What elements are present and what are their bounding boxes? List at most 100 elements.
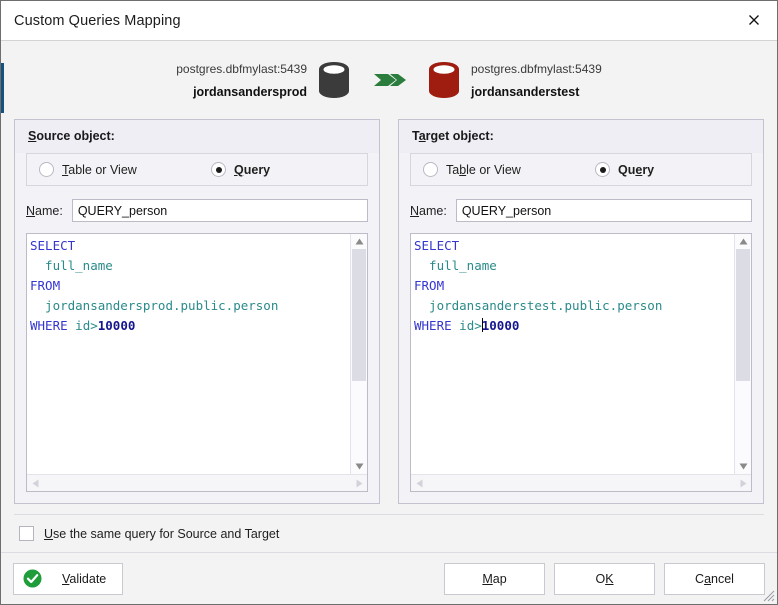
target-vertical-scrollbar[interactable] [734, 234, 751, 474]
target-sql-code[interactable]: SELECT full_name FROM jordansanderstest.… [411, 234, 734, 474]
source-radio-table-or-view-label: Table or View [62, 162, 137, 177]
sql-number: 10000 [97, 318, 136, 333]
target-horizontal-scrollbar[interactable] [411, 474, 751, 491]
scroll-right-arrow[interactable] [351, 479, 367, 488]
arrow-right-icon [374, 74, 406, 86]
chevron-down-icon [739, 463, 747, 470]
close-button[interactable] [730, 1, 777, 39]
scroll-thumb[interactable] [352, 249, 366, 382]
sql-keyword: WHERE [30, 318, 68, 333]
source-connection-info: postgres.dbfmylast:5439 jordansanderspro… [117, 62, 307, 99]
scroll-track[interactable] [735, 249, 751, 459]
close-icon [748, 15, 759, 25]
same-query-checkbox-label[interactable]: Use the same query for Source and Target [44, 527, 279, 541]
map-button[interactable]: Map [444, 562, 545, 595]
sql-identifier: jordansandersprod.public.person [30, 298, 279, 313]
sql-keyword: SELECT [30, 238, 76, 253]
chevron-up-icon [355, 238, 363, 245]
target-connection-host: postgres.dbfmylast:5439 [471, 61, 602, 76]
target-radio-table-or-view[interactable]: Table or View [423, 162, 595, 177]
database-cylinder-icon [319, 62, 349, 98]
source-panel-title: Source object: [15, 120, 379, 153]
cancel-button[interactable]: Cancel [664, 562, 765, 595]
same-query-checkbox[interactable] [19, 526, 34, 541]
main-content: Source object: Table or View Query Name:… [1, 119, 777, 552]
target-sql-editor[interactable]: SELECT full_name FROM jordansanderstest.… [410, 233, 752, 492]
same-query-checkbox-row: Use the same query for Source and Target [14, 514, 764, 552]
scroll-track[interactable] [351, 249, 367, 459]
radio-indicator[interactable] [39, 162, 54, 177]
radio-indicator[interactable] [211, 162, 226, 177]
source-connection-name: jordansandersprod [193, 84, 307, 99]
ok-button[interactable]: OK [554, 562, 655, 595]
scroll-up-arrow[interactable] [351, 234, 367, 249]
sql-operator: > [474, 318, 482, 333]
radio-indicator[interactable] [423, 162, 438, 177]
window-title: Custom Queries Mapping [14, 12, 181, 29]
target-name-row: Name: [410, 199, 752, 222]
target-connection-info: postgres.dbfmylast:5439 jordansanderstes… [471, 62, 661, 99]
source-radio-table-or-view[interactable]: Table or View [39, 162, 211, 177]
source-object-panel: Source object: Table or View Query Name:… [14, 119, 380, 504]
source-radio-query[interactable]: Query [211, 162, 270, 177]
source-name-input[interactable] [71, 199, 368, 222]
target-panel-body: Table or View Query Name: SELECT [399, 153, 763, 503]
target-name-label: Name: [410, 203, 447, 218]
sql-number: 10000 [481, 318, 520, 333]
source-sql-code[interactable]: SELECT full_name FROM jordansandersprod.… [27, 234, 350, 474]
scroll-thumb[interactable] [736, 249, 750, 382]
sql-operator: > [90, 318, 98, 333]
target-name-input[interactable] [455, 199, 752, 222]
source-database-icon-wrap [307, 61, 361, 99]
radio-indicator[interactable] [595, 162, 610, 177]
source-object-type-radio-group: Table or View Query [26, 153, 368, 186]
scroll-down-arrow[interactable] [351, 459, 367, 474]
source-sql-editor[interactable]: SELECT full_name FROM jordansandersprod.… [26, 233, 368, 492]
chevron-up-icon [739, 238, 747, 245]
cancel-button-label: Cancel [695, 571, 734, 586]
target-connection-name: jordansanderstest [471, 84, 580, 99]
chevron-right-icon [740, 479, 746, 487]
target-database-icon-wrap [417, 61, 471, 99]
validate-button-label: Validate [62, 571, 107, 586]
scroll-up-arrow[interactable] [735, 234, 751, 249]
source-radio-query-label: Query [234, 162, 271, 177]
scroll-down-arrow[interactable] [735, 459, 751, 474]
target-panel-title: Target object: [399, 120, 763, 153]
scroll-left-arrow[interactable] [411, 479, 427, 488]
connection-summary-bar: postgres.dbfmylast:5439 jordansanderspro… [1, 41, 777, 119]
target-object-type-radio-group: Table or View Query [410, 153, 752, 186]
sql-identifier: jordansanderstest.public.person [414, 298, 663, 313]
chevron-left-icon [32, 479, 38, 487]
dialog-footer: Validate Map OK Cancel [1, 552, 777, 604]
sql-identifier: id [67, 318, 91, 333]
sql-keyword: FROM [414, 278, 445, 293]
sql-identifier: full_name [414, 258, 497, 273]
target-object-panel: Target object: Table or View Query Name:… [398, 119, 764, 504]
source-name-label: Name: [26, 203, 63, 218]
database-cylinder-icon [429, 62, 459, 98]
sql-identifier: id [451, 318, 475, 333]
sql-keyword: FROM [30, 278, 61, 293]
target-editor-main: SELECT full_name FROM jordansanderstest.… [411, 234, 751, 474]
scroll-left-arrow[interactable] [27, 479, 43, 488]
target-radio-query[interactable]: Query [595, 162, 654, 177]
source-panel-body: Table or View Query Name: SELECT [15, 153, 379, 503]
sql-keyword: WHERE [414, 318, 452, 333]
target-radio-query-label: Query [618, 162, 655, 177]
custom-queries-mapping-dialog: Custom Queries Mapping postgres.dbfmylas… [0, 0, 778, 605]
source-name-row: Name: [26, 199, 368, 222]
check-circle-icon [23, 569, 42, 588]
chevron-right-icon [356, 479, 362, 487]
scroll-right-arrow[interactable] [735, 479, 751, 488]
validate-button[interactable]: Validate [13, 562, 123, 595]
map-button-label: Map [482, 571, 507, 586]
sql-keyword: SELECT [414, 238, 460, 253]
source-connection-host: postgres.dbfmylast:5439 [176, 61, 307, 76]
source-horizontal-scrollbar[interactable] [27, 474, 367, 491]
source-vertical-scrollbar[interactable] [350, 234, 367, 474]
sql-identifier: full_name [30, 258, 113, 273]
title-bar: Custom Queries Mapping [1, 1, 777, 41]
chevron-down-icon [355, 463, 363, 470]
ok-button-label: OK [595, 571, 614, 586]
